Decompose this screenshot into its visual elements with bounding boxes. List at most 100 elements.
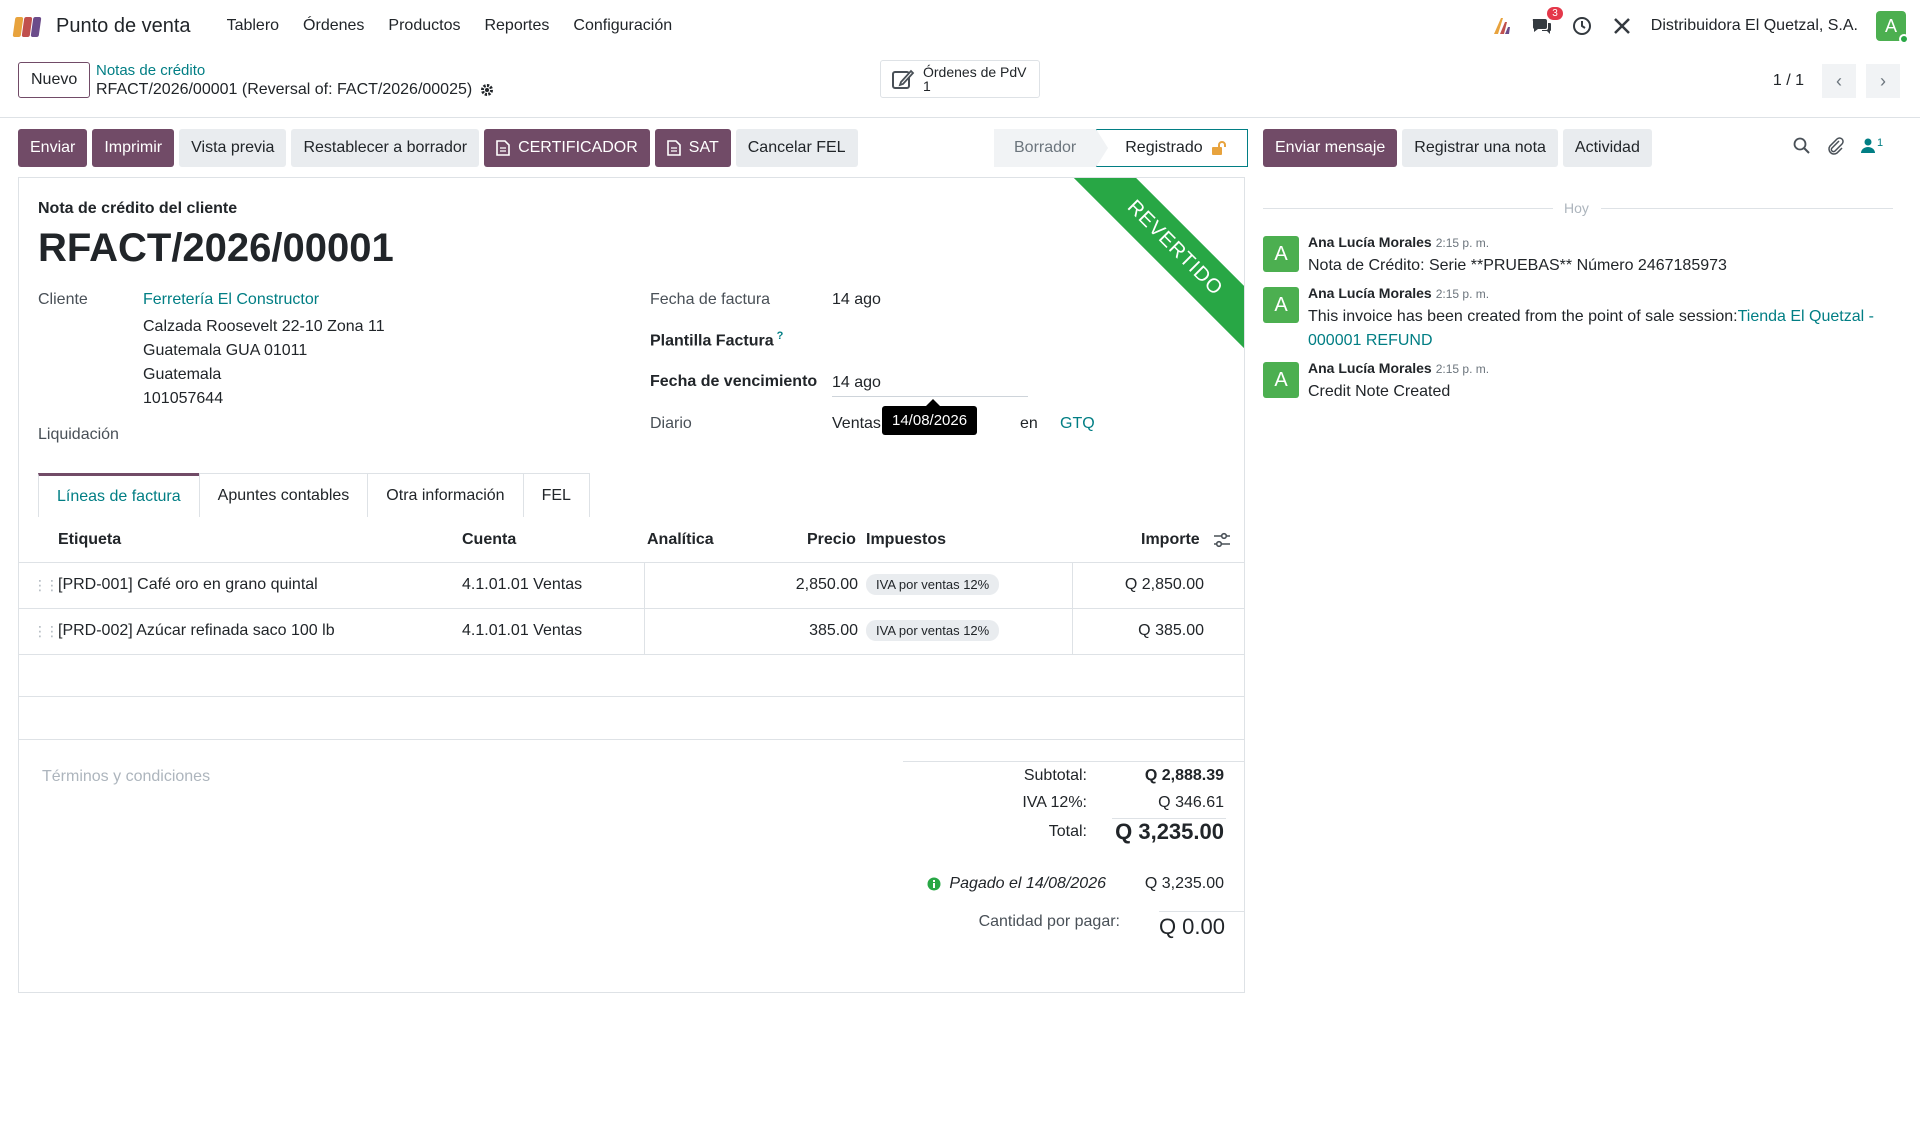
breadcrumb: Notas de crédito RFACT/2026/00001 (Rever… [96,62,494,100]
chatter-tools: 1 [1793,137,1883,155]
pager-value[interactable]: 1 / 1 [1773,72,1804,90]
customer-link[interactable]: Ferretería El Constructor [143,291,319,309]
message-text: This invoice has been created from the p… [1308,308,1738,325]
gear-icon[interactable] [480,83,494,97]
col-amount[interactable]: Importe [1141,531,1200,549]
due-date-label: Fecha de vencimiento [650,373,818,390]
log-note-button[interactable]: Registrar una nota [1402,129,1558,167]
drag-handle-icon[interactable]: ⋮⋮ [33,623,59,640]
send-button[interactable]: Enviar [18,129,88,167]
debug-tools-icon[interactable] [1611,15,1633,37]
menu-ordenes[interactable]: Órdenes [291,17,376,35]
menu-configuracion[interactable]: Configuración [561,17,684,35]
document-number: RFACT/2026/00001 [38,226,394,270]
pager-next-button[interactable]: › [1866,64,1900,98]
sat-button[interactable]: SAT [654,129,731,167]
pager-previous-button[interactable]: ‹ [1822,64,1856,98]
separator-today-label: Hoy [1564,200,1589,216]
followers-button[interactable]: 1 [1861,137,1883,155]
terms-conditions-field[interactable]: Términos y condiciones [42,768,210,786]
line-account: 4.1.01.01 Ventas [462,576,583,593]
currency-link[interactable]: GTQ [1060,415,1095,433]
menu-tablero[interactable]: Tablero [215,17,291,35]
chevron-left-icon: ‹ [1836,70,1842,91]
edit-icon [892,69,915,89]
search-icon[interactable] [1793,137,1811,155]
author-name[interactable]: Ana Lucía Morales [1308,285,1432,301]
tab-invoice-lines[interactable]: Líneas de factura [38,473,200,517]
table-row[interactable]: ⋮⋮ [PRD-002] Azúcar refinada saco 100 lb… [19,609,1244,655]
amount-due-label: Cantidad por pagar: [978,913,1120,930]
reset-to-draft-button[interactable]: Restablecer a borrador [291,129,480,167]
message-body: This invoice has been created from the p… [1308,305,1888,353]
line-label: [PRD-001] Café oro en grano quintal [58,576,318,593]
tab-other-info[interactable]: Otra información [367,473,524,517]
status-posted-label: Registrado [1125,139,1203,156]
template-label-text: Plantilla Factura [650,332,774,350]
preview-button[interactable]: Vista previa [179,129,287,167]
message-body: Credit Note Created [1308,383,1451,400]
chevron-right-icon: › [1880,70,1886,91]
iva-value: Q 346.61 [1158,794,1224,811]
company-switcher[interactable]: Distribuidora El Quetzal, S.A. [1651,17,1858,35]
col-taxes[interactable]: Impuestos [866,531,946,549]
messages-icon[interactable]: 3 [1531,7,1563,37]
paperclip-icon[interactable] [1827,137,1845,155]
app-name[interactable]: Punto de venta [56,15,191,38]
table-row[interactable]: ⋮⋮ [PRD-001] Café oro en grano quintal 4… [19,563,1244,609]
invoice-date-field[interactable]: 14 ago [832,291,881,309]
navbar-systray: 3 Distribuidora El Quetzal, S.A. A [1491,7,1909,44]
print-button[interactable]: Imprimir [92,129,175,167]
pos-app-icon[interactable] [12,15,44,37]
main-menu: Tablero Órdenes Productos Reportes Confi… [215,17,685,35]
author-avatar[interactable]: A [1263,362,1299,398]
author-name[interactable]: Ana Lucía Morales [1308,234,1432,250]
line-amount: Q 385.00 [1138,622,1204,639]
breadcrumb-parent-link[interactable]: Notas de crédito [96,62,494,80]
send-message-button[interactable]: Enviar mensaje [1263,129,1398,167]
tab-fel[interactable]: FEL [522,473,590,517]
pager: 1 / 1 ‹ › [1773,64,1900,98]
status-draft[interactable]: Borrador [994,129,1097,167]
liquidation-label: Liquidación [38,426,119,443]
message-body: Nota de Crédito: Serie **PRUEBAS** Númer… [1308,257,1727,274]
activity-clock-icon[interactable] [1571,15,1593,37]
menu-reportes[interactable]: Reportes [472,17,561,35]
activity-button[interactable]: Actividad [1562,129,1652,167]
col-account[interactable]: Cuenta [462,531,516,549]
message-time: 2:15 p. m. [1435,287,1490,301]
subtotal-value: Q 2,888.39 [1144,767,1224,784]
col-analytic[interactable]: Analítica [647,531,714,549]
author-avatar[interactable]: A [1263,287,1299,323]
reversed-ribbon: REVERTIDO [1071,178,1244,352]
certificador-button[interactable]: CERTIFICADOR [484,129,650,167]
totals-divider [903,761,1244,762]
journal-field[interactable]: Ventas [832,415,881,433]
new-button[interactable]: Nuevo [18,62,91,98]
line-amount: Q 2,850.00 [1124,576,1204,593]
col-price[interactable]: Precio [807,531,856,549]
ai-assistant-icon[interactable] [1491,15,1513,37]
due-date-field[interactable]: 14 ago [832,374,881,392]
currency-in-label: en [1020,415,1038,432]
cancel-fel-button[interactable]: Cancelar FEL [735,129,858,167]
drag-handle-icon[interactable]: ⋮⋮ [33,577,59,594]
message-author: Ana Lucía Morales 2:15 p. m. [1308,360,1489,376]
line-label: [PRD-002] Azúcar refinada saco 100 lb [58,622,335,639]
menu-productos[interactable]: Productos [376,17,472,35]
total-value: Q 3,235.00 [1115,819,1224,844]
template-help-icon[interactable]: ? [777,330,784,342]
author-name[interactable]: Ana Lucía Morales [1308,360,1432,376]
messages-count-badge: 3 [1547,7,1563,20]
column-settings-icon[interactable] [1213,532,1231,548]
col-label[interactable]: Etiqueta [58,531,121,549]
line-account: 4.1.01.01 Ventas [462,622,583,639]
status-posted[interactable]: Registrado [1096,129,1248,167]
info-circle-icon[interactable] [927,877,941,891]
due-date-input-underline [832,396,1028,397]
user-avatar[interactable]: A [1876,11,1909,44]
pos-orders-smart-button[interactable]: Órdenes de PdV 1 [880,60,1040,98]
tab-journal-items[interactable]: Apuntes contables [198,473,369,517]
author-avatar[interactable]: A [1263,236,1299,272]
subtotal-label: Subtotal: [1023,767,1087,784]
